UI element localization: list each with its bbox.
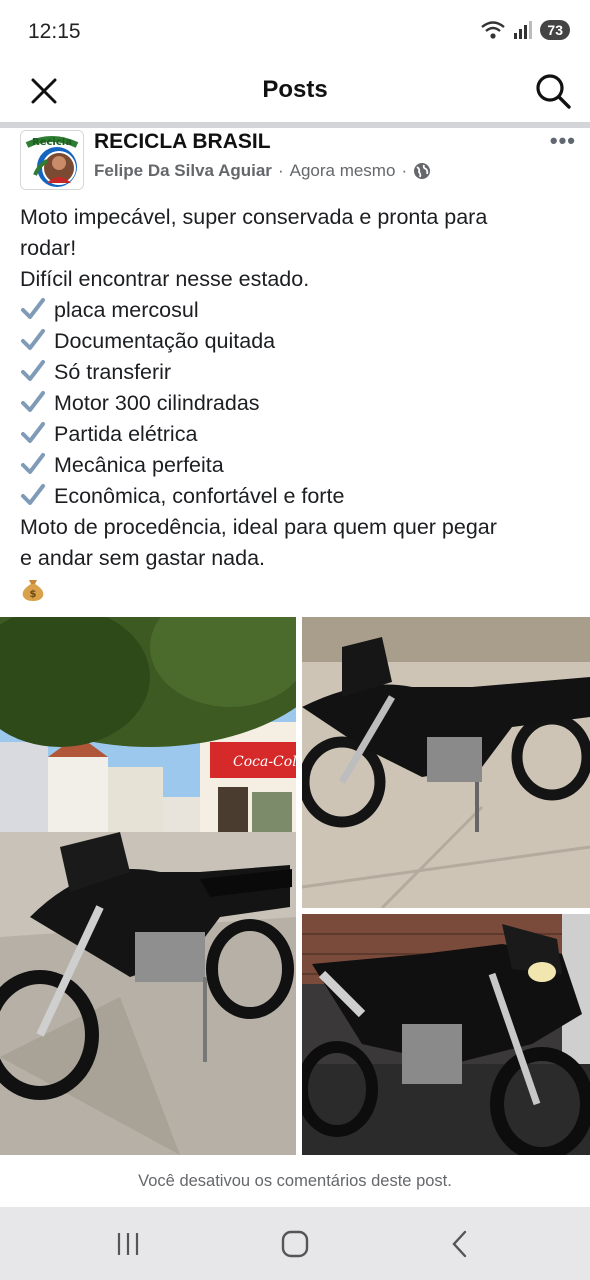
checklist-item: Mecânica perfeita [20, 450, 576, 481]
comments-disabled-notice: Você desativou os comentários deste post… [138, 1172, 452, 1190]
motorcycle-street-photo[interactable]: Coca-Cola [0, 617, 296, 1155]
globe-icon [414, 163, 431, 179]
post-line-2: rodar! [20, 236, 77, 260]
check-icon [21, 329, 45, 350]
checklist-label: Econômica, confortável e forte [54, 484, 345, 508]
status-icons: 73 [480, 20, 570, 40]
svg-text:Recicla: Recicla [32, 137, 72, 148]
checklist-label: Motor 300 cilindradas [54, 391, 260, 415]
check-icon [21, 391, 45, 412]
check-icon [21, 360, 45, 381]
post-line-1: Moto impecável, super conservada e pront… [20, 205, 488, 229]
post-time[interactable]: Agora mesmo [290, 161, 396, 181]
checklist-item: Econômica, confortável e forte [20, 481, 576, 512]
battery-icon: 73 [540, 20, 570, 40]
post-header: Recicla RECICLA BRASIL ••• Felipe Da Sil… [0, 128, 590, 206]
signal-icon [514, 21, 533, 39]
status-bar: 12:15 73 [0, 0, 590, 62]
checklist-label: Partida elétrica [54, 422, 198, 446]
recents-icon[interactable] [108, 1229, 148, 1259]
money-bag-icon: $ [22, 580, 44, 601]
photo-grid: Coca-Cola [0, 617, 590, 1155]
checklist-item: placa mercosul [20, 295, 576, 326]
checklist-item: Documentação quitada [20, 326, 576, 357]
checklist-label: Documentação quitada [54, 329, 276, 353]
page-title: Posts [262, 76, 328, 103]
svg-text:$: $ [30, 589, 37, 600]
checklist-label: placa mercosul [54, 298, 199, 322]
motorcycle-front-photo[interactable] [302, 914, 590, 1155]
system-nav-bar [0, 1207, 590, 1280]
app-header: Posts [0, 62, 590, 120]
back-icon[interactable] [440, 1229, 480, 1259]
post-line-3: Difícil encontrar nesse estado. [20, 267, 310, 291]
search-icon[interactable] [534, 72, 572, 110]
checklist-item: Partida elétrica [20, 419, 576, 450]
motorcycle-side-photo[interactable] [302, 617, 590, 908]
post-line-4: Moto de procedência, ideal para quem que… [20, 515, 497, 539]
group-name[interactable]: RECICLA BRASIL [94, 130, 271, 154]
post-meta: Felipe Da Silva Aguiar · Agora mesmo · [94, 161, 431, 181]
checklist-label: Só transferir [54, 360, 172, 384]
meta-separator: · [277, 161, 284, 180]
more-options-button[interactable]: ••• [550, 128, 576, 154]
checklist-item: Motor 300 cilindradas [20, 388, 576, 419]
checklist-label: Mecânica perfeita [54, 453, 224, 477]
author-name[interactable]: Felipe Da Silva Aguiar [94, 161, 272, 181]
check-icon [21, 422, 45, 443]
meta-separator-2: · [401, 161, 408, 180]
wifi-icon [481, 21, 506, 39]
check-icon [21, 453, 45, 474]
check-icon [21, 484, 45, 505]
checklist-item: Só transferir [20, 357, 576, 388]
group-avatar[interactable]: Recicla [20, 130, 84, 190]
post-text: Moto impecável, super conservada e pront… [20, 202, 576, 607]
shop-sign: Coca-Cola [233, 754, 296, 770]
status-time: 12:15 [28, 20, 81, 43]
post-line-5: e andar sem gastar nada. [20, 546, 266, 570]
home-icon[interactable] [275, 1229, 315, 1259]
emoji-line: $ [20, 574, 576, 607]
recicla-logo: Recicla [21, 131, 83, 189]
check-icon [21, 298, 45, 319]
